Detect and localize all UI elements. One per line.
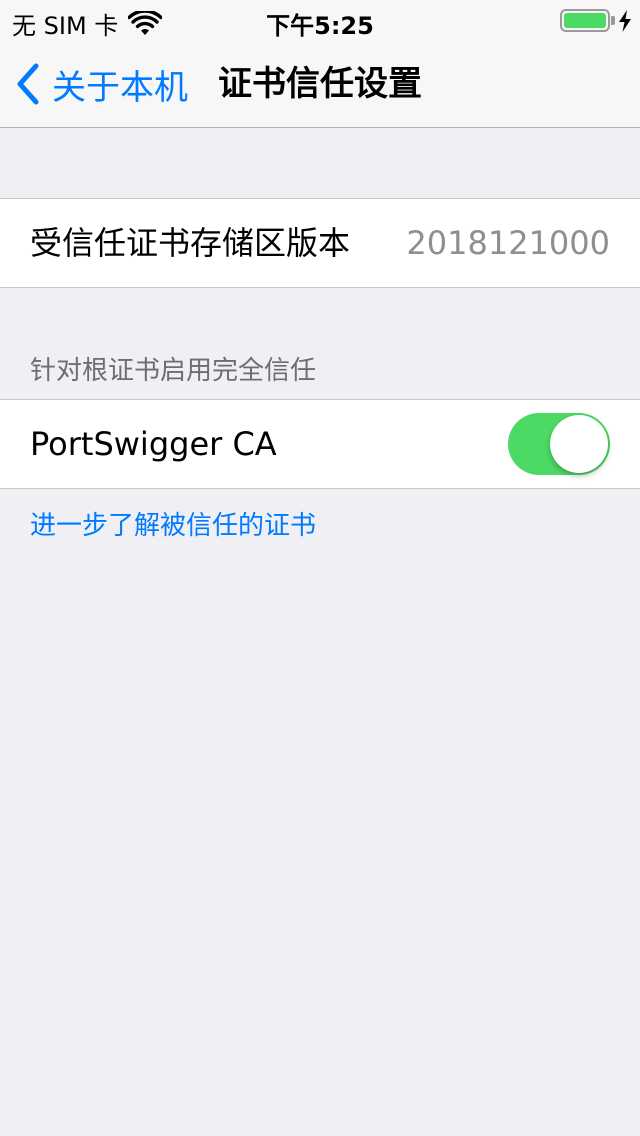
charging-bolt-icon bbox=[619, 10, 631, 32]
battery-tip bbox=[611, 16, 615, 25]
section-header: 针对根证书启用完全信任 bbox=[30, 356, 317, 386]
battery-icon bbox=[560, 9, 610, 32]
certificate-trust-toggle[interactable] bbox=[508, 413, 610, 475]
learn-more-link[interactable]: 进一步了解被信任的证书 bbox=[30, 505, 316, 542]
certificate-row: PortSwigger CA bbox=[0, 399, 640, 489]
trust-store-value: 2018121000 bbox=[406, 224, 610, 262]
status-bar: 无 SIM 卡 下午5:25 bbox=[0, 0, 640, 40]
back-button-label: 关于本机 bbox=[52, 67, 188, 108]
back-button[interactable]: 关于本机 bbox=[14, 40, 188, 128]
chevron-left-icon bbox=[17, 63, 39, 105]
certificate-name: PortSwigger CA bbox=[30, 425, 277, 463]
status-time: 下午5:25 bbox=[266, 12, 374, 40]
trust-store-version-row: 受信任证书存储区版本 2018121000 bbox=[0, 198, 640, 288]
toggle-knob bbox=[550, 415, 608, 473]
page-title: 证书信任设置 bbox=[218, 64, 422, 104]
navigation-bar: 关于本机 证书信任设置 bbox=[0, 40, 640, 128]
trust-store-label: 受信任证书存储区版本 bbox=[30, 224, 351, 262]
